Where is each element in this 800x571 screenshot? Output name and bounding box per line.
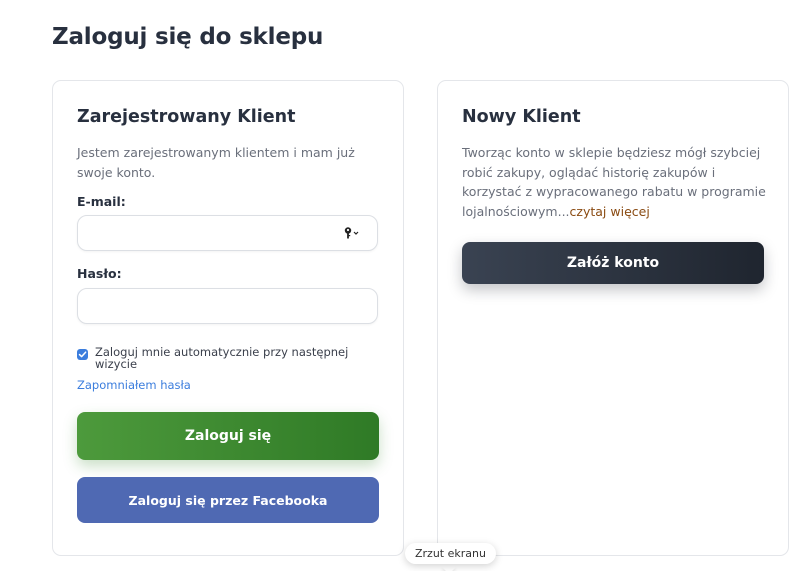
registered-customer-description: Jestem zarejestrowanym klientem i mam ju…	[77, 145, 355, 180]
screenshot-tooltip: Zrzut ekranu	[405, 543, 496, 564]
new-customer-description: Tworząc konto w sklepie będziesz mógł sz…	[462, 143, 772, 221]
remember-me-row[interactable]: Zaloguj mnie automatycznie przy następne…	[77, 346, 377, 370]
remember-me-label: Zaloguj mnie automatycznie przy następne…	[95, 345, 349, 371]
read-more-link[interactable]: czytaj więcej	[570, 204, 650, 219]
new-customer-card: Nowy Klient Tworząc konto w sklepie będz…	[437, 80, 789, 556]
login-page: Zaloguj się do sklepu Zarejestrowany Kli…	[0, 0, 800, 571]
registered-customer-card: Zarejestrowany Klient Jestem zarejestrow…	[52, 80, 404, 556]
checkmark-icon	[78, 351, 87, 358]
key-icon	[344, 227, 359, 239]
registered-customer-title: Zarejestrowany Klient	[77, 107, 296, 127]
forgot-password-link[interactable]: Zapomniałem hasła	[77, 378, 191, 392]
email-label: E-mail:	[77, 194, 126, 209]
create-account-button[interactable]: Załóż konto	[462, 242, 764, 284]
page-title: Zaloguj się do sklepu	[52, 24, 324, 50]
remember-me-checkbox[interactable]	[77, 349, 88, 360]
email-field[interactable]	[77, 215, 378, 251]
password-label: Hasło:	[77, 266, 122, 281]
new-customer-title: Nowy Klient	[462, 107, 581, 127]
facebook-login-button[interactable]: Zaloguj się przez Facebooka	[77, 477, 379, 523]
password-field[interactable]	[77, 288, 378, 324]
password-manager-key-icon[interactable]	[341, 223, 363, 243]
login-button[interactable]: Zaloguj się	[77, 412, 379, 460]
